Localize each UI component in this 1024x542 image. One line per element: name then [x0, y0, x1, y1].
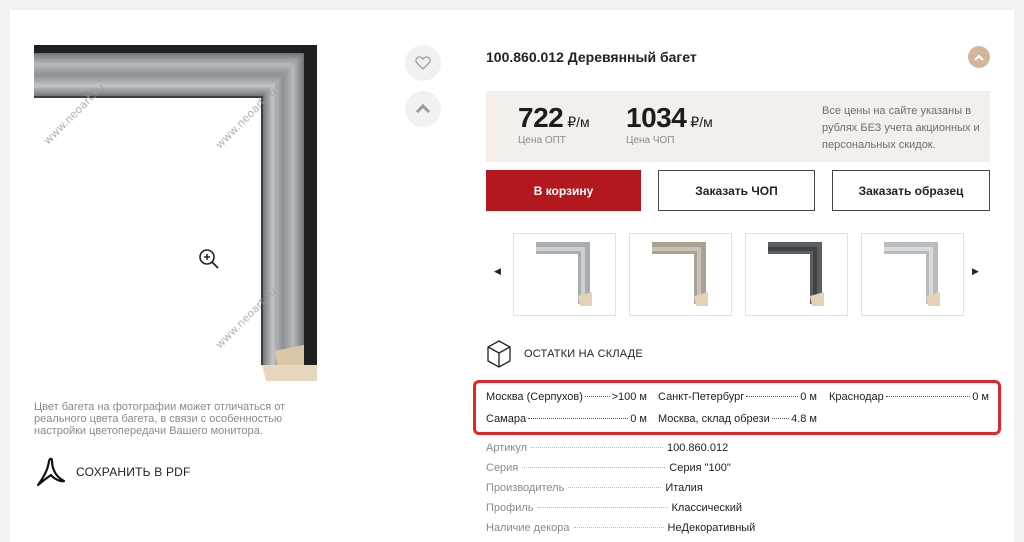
save-pdf-label: СОХРАНИТЬ В PDF [76, 465, 191, 479]
stock-city: Москва, склад обрези [658, 413, 770, 425]
gallery-thumb[interactable] [861, 233, 964, 316]
stock-city: Самара [486, 413, 527, 425]
stock-city: Москва (Серпухов) [486, 391, 583, 403]
stock-item: Москва (Серпухов) >100 м [486, 391, 647, 403]
spec-row: Наличие декора НеДекоративный [486, 522, 990, 542]
product-title: 100.860.012 Деревянный багет [486, 49, 697, 65]
order-chop-button[interactable]: Заказать ЧОП [658, 170, 815, 211]
stock-qty: 0 м [800, 391, 817, 403]
spec-value: 100.860.012 [667, 442, 729, 454]
price-box: 722 ₽/м Цена ОПТ 1034 ₽/м Цена ЧОП Все цен… [486, 91, 990, 162]
gallery-next-icon[interactable]: ▶ [972, 266, 979, 277]
price-chop-caption: Цена ЧОП [626, 135, 675, 146]
stock-item: Краснодар 0 м [829, 391, 989, 403]
stock-heading: ОСТАТКИ НА СКЛАДЕ [486, 339, 643, 369]
stock-qty: >100 м [611, 391, 647, 403]
price-opt-value: 722 [518, 102, 564, 133]
stock-city: Краснодар [829, 391, 884, 403]
favorite-button[interactable] [405, 45, 441, 81]
spec-row: Серия Серия "100" [486, 462, 990, 482]
stock-heading-label: ОСТАТКИ НА СКЛАДЕ [524, 348, 643, 360]
spec-value: Классический [671, 502, 743, 514]
spec-key: Профиль [486, 502, 534, 514]
spec-row: Артикул 100.860.012 [486, 442, 990, 462]
stock-item: Самара 0 м [486, 413, 647, 425]
spec-value: НеДекоративный [667, 522, 756, 534]
scroll-up-button[interactable] [405, 91, 441, 127]
price-chop: 1034 ₽/м Цена ЧОП [626, 102, 713, 146]
box-icon [487, 340, 511, 368]
order-sample-button[interactable]: Заказать образец [832, 170, 990, 211]
stock-qty: 0 м [630, 413, 647, 425]
zoom-icon[interactable] [198, 248, 220, 270]
stock-item: Санкт-Петербург 0 м [658, 391, 817, 403]
stock-item: Москва, склад обрези 4.8 м [658, 413, 817, 425]
heart-icon [415, 56, 431, 70]
chevron-up-icon [974, 54, 984, 61]
stock-qty: 0 м [972, 391, 989, 403]
price-opt-unit: ₽/м [567, 114, 590, 130]
spec-key: Серия [486, 462, 519, 474]
gallery-thumb[interactable] [513, 233, 616, 316]
price-disclaimer: Все цены на сайте указаны в рублях БЕЗ у… [822, 105, 980, 151]
spec-key: Производитель [486, 482, 565, 494]
add-to-cart-button[interactable]: В корзину [486, 170, 641, 211]
spec-row: Профиль Классический [486, 502, 990, 522]
price-chop-unit: ₽/м [690, 114, 713, 130]
spec-value: Италия [665, 482, 703, 494]
photo-color-note: Цвет багета на фотографии может отличать… [34, 401, 286, 437]
stock-highlight-frame [473, 380, 1001, 435]
price-opt: 722 ₽/м Цена ОПТ [518, 102, 590, 146]
pdf-icon [36, 457, 66, 487]
chevron-up-icon [415, 104, 431, 114]
spec-key: Артикул [486, 442, 528, 454]
save-pdf-link[interactable]: СОХРАНИТЬ В PDF [34, 455, 191, 489]
stock-qty: 4.8 м [791, 413, 817, 425]
price-opt-caption: Цена ОПТ [518, 135, 566, 146]
collapse-button[interactable] [968, 46, 990, 68]
gallery-prev-icon[interactable]: ◀ [494, 266, 501, 277]
specs-list: Артикул 100.860.012 Серия Серия "100" Прои… [486, 442, 990, 542]
spec-row: Производитель Италия [486, 482, 990, 502]
stock-city: Санкт-Петербург [658, 391, 745, 403]
spec-key: Наличие декора [486, 522, 570, 534]
price-chop-value: 1034 [626, 102, 687, 133]
gallery-thumb[interactable] [745, 233, 848, 316]
product-photo[interactable]: www.neoart.ru www.neoart.ru www.neoart.r… [34, 45, 317, 381]
gallery-thumb[interactable] [629, 233, 732, 316]
spec-value: Серия "100" [669, 462, 731, 474]
